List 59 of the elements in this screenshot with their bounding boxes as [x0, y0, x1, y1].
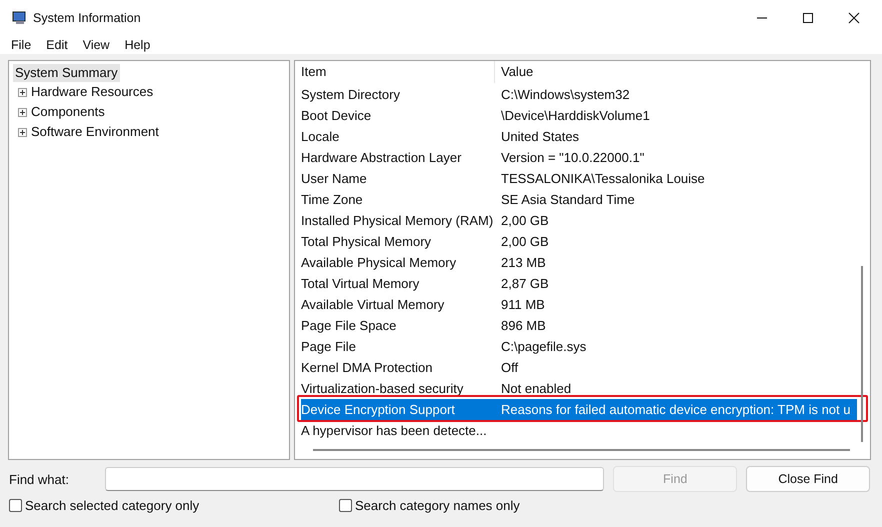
tree-item[interactable]: Hardware Resources [31, 84, 154, 100]
tree-item[interactable]: Components [31, 104, 105, 120]
table-cell: Not enabled [501, 381, 572, 396]
table-cell: 2,00 GB [501, 213, 549, 228]
table-cell: C:\Windows\system32 [501, 87, 630, 102]
table-cell: 213 MB [501, 255, 546, 270]
find-label: Find what: [9, 472, 70, 486]
table-cell: 911 MB [501, 297, 545, 312]
expand-icon[interactable] [18, 108, 27, 116]
table-cell-text: Total Virtual Memory [301, 276, 420, 291]
table-cell-text: Kernel DMA Protection [301, 360, 434, 375]
checkbox-label: Search selected category only [25, 498, 200, 513]
table-cell-text: A hypervisor has been detecte... [301, 423, 488, 438]
expand-icon[interactable] [18, 128, 27, 136]
menu-item[interactable]: Edit [46, 38, 68, 52]
checkbox[interactable] [9, 499, 22, 512]
table-cell-text: Installed Physical Memory (RAM) [301, 213, 494, 228]
menu-item[interactable]: View [82, 38, 110, 52]
table-cell-text: Available Virtual Memory [301, 297, 446, 312]
table-cell-text: Page File Space [301, 318, 398, 333]
expand-icon[interactable] [18, 88, 27, 96]
table-cell-text: Locale [301, 129, 340, 144]
menu-item[interactable]: File [11, 38, 32, 52]
close-find-button[interactable]: Close Find [746, 466, 870, 492]
table-cell-text: Time Zone [301, 192, 364, 207]
table-cell-text: Page File [301, 339, 357, 354]
table-cell: 2,00 GB [501, 234, 549, 249]
table-cell: \Device\HarddiskVolume1 [501, 108, 650, 123]
selected-row[interactable]: Device Encryption Support Reasons for failed automatic device encryption: TPM is not u [301, 399, 857, 420]
table-cell: Off [501, 360, 518, 375]
table-cell-text: Hardware Abstraction Layer [301, 150, 462, 165]
table-cell-text: User Name [301, 171, 368, 186]
table-cell: C:\pagefile.sys [501, 339, 586, 354]
table-cell: Reasons for failed automatic device encryption: TPM is not u [501, 402, 850, 417]
table-cell-text: Available Physical Memory [301, 255, 458, 270]
maximize-icon[interactable] [802, 12, 814, 24]
table-cell: 2,87 GB [501, 276, 549, 291]
table-cell: TESSALONIKA\Tessalonika Louise [501, 171, 705, 186]
checkbox-label: Search category names only [355, 498, 520, 513]
find-field[interactable] [104, 467, 604, 491]
table-cell: 896 MB [501, 318, 546, 333]
table-cell-text: System Directory [301, 87, 401, 102]
column-header[interactable]: Value [494, 61, 534, 83]
checkbox[interactable] [339, 499, 352, 512]
table-cell: Version = "10.0.22000.1" [501, 150, 644, 165]
tree-item[interactable]: Software Environment [31, 124, 159, 140]
scrollbar-thumb[interactable] [861, 266, 863, 442]
table-cell-text: Device Encryption Support [301, 402, 456, 417]
window-title: System Information [33, 11, 141, 25]
monitor-icon [12, 10, 28, 26]
table-cell-text: Total Physical Memory [301, 234, 432, 249]
table-cell-text: Virtualization-based security [301, 381, 464, 396]
menu-item[interactable]: Help [124, 38, 150, 52]
table-cell: SE Asia Standard Time [501, 192, 635, 207]
tree-item[interactable]: System Summary [13, 64, 120, 82]
table-cell: United States [501, 129, 580, 144]
close-icon[interactable] [848, 12, 860, 24]
scrollbar-thumb[interactable] [313, 449, 850, 451]
table-cell-text: Boot Device [301, 108, 372, 123]
